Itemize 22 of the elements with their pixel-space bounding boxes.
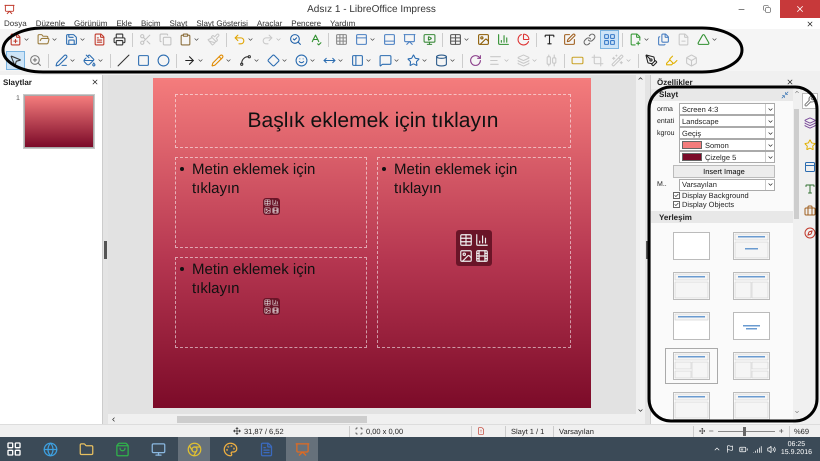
placeholder-text: Metin eklemek için tıklayın (192, 260, 316, 298)
content-placeholder[interactable]: Metin eklemek için tıklayın (377, 157, 571, 348)
menu-item[interactable]: Pencere (291, 18, 322, 29)
menu-item[interactable]: Görünüm (74, 18, 108, 29)
menu-item[interactable]: Ekle (116, 18, 132, 29)
menu-item[interactable]: Dosya (4, 18, 27, 29)
menu-item[interactable]: Biçim (140, 18, 161, 29)
content-placeholder[interactable]: Metin eklemek için tıklayın (175, 157, 367, 248)
section-title: Yerleşim (659, 212, 692, 222)
menu-item[interactable]: Slayt Gösterisi (196, 18, 248, 29)
placeholder-text: Metin eklemek için tıklayın (394, 160, 518, 198)
placeholder-text: Metin eklemek için tıklayın (192, 160, 316, 198)
menu-item[interactable]: Slayt (170, 18, 188, 29)
panel-title: Slayt (659, 90, 678, 100)
menu-item[interactable]: Araçlar (256, 18, 282, 29)
menu-item[interactable]: Yardım (330, 18, 356, 29)
title-placeholder[interactable]: Başlık eklemek için tıklayın (175, 94, 571, 148)
sidebar-title: Özellikler (657, 78, 693, 86)
window-title: Adsız 1 - LibreOffice Impress (306, 4, 437, 14)
menu-item[interactable]: Düzenle (36, 18, 66, 29)
slide-title: Başlık eklemek için tıklayın (248, 109, 498, 133)
panel-title: Slaytlar (3, 78, 32, 86)
